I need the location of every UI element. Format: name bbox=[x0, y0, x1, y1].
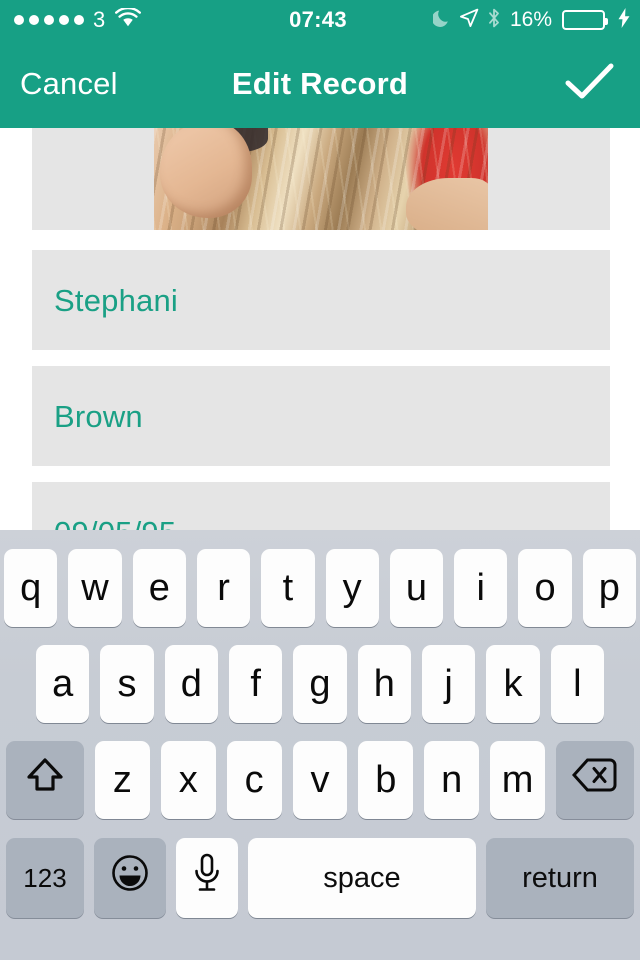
dictation-key[interactable] bbox=[176, 838, 238, 918]
field-date-of-birth[interactable]: 09/05/95 bbox=[32, 482, 610, 530]
record-form[interactable]: Stephani Brown 09/05/95 bbox=[0, 128, 640, 530]
key-y[interactable]: y bbox=[325, 549, 379, 627]
bluetooth-icon bbox=[487, 8, 501, 33]
signal-strength-dots bbox=[14, 15, 84, 25]
key-z[interactable]: z bbox=[95, 741, 150, 819]
key-f[interactable]: f bbox=[229, 645, 283, 723]
field-date-of-birth-value: 09/05/95 bbox=[54, 517, 176, 531]
location-arrow-icon bbox=[459, 8, 479, 33]
battery-percentage: 16% bbox=[509, 8, 552, 31]
wifi-icon bbox=[115, 6, 142, 32]
microphone-icon bbox=[192, 852, 222, 904]
signal-dot bbox=[29, 15, 39, 25]
app-screen: 3 07:43 16% Cancel Edit Record Stephani … bbox=[0, 0, 640, 960]
record-photo[interactable] bbox=[154, 128, 488, 230]
key-w[interactable]: w bbox=[68, 549, 122, 627]
keyboard-row-4: 123 space return bbox=[0, 828, 640, 928]
key-s[interactable]: s bbox=[100, 645, 154, 723]
signal-dot bbox=[44, 15, 54, 25]
key-a[interactable]: a bbox=[36, 645, 90, 723]
key-l[interactable]: l bbox=[550, 645, 604, 723]
lightning-bolt-icon bbox=[618, 7, 630, 33]
backspace-key[interactable] bbox=[556, 741, 634, 819]
status-bar-left: 3 bbox=[14, 6, 293, 33]
shift-key[interactable] bbox=[6, 741, 84, 819]
key-i[interactable]: i bbox=[454, 549, 508, 627]
backspace-icon bbox=[571, 757, 618, 803]
keyboard-row-1: qwertyuiop bbox=[0, 540, 640, 636]
field-last-name[interactable]: Brown bbox=[32, 366, 610, 466]
key-j[interactable]: j bbox=[421, 645, 476, 723]
key-b[interactable]: b bbox=[358, 741, 414, 819]
keyboard-row-3: zxcvbnm bbox=[0, 732, 640, 828]
key-u[interactable]: u bbox=[389, 549, 444, 627]
checkmark-icon bbox=[565, 62, 615, 107]
emoji-key[interactable] bbox=[94, 838, 166, 918]
status-bar-right: 16% bbox=[351, 7, 630, 33]
numbers-key[interactable]: 123 bbox=[6, 838, 84, 918]
key-h[interactable]: h bbox=[357, 645, 411, 723]
record-photo-cell[interactable] bbox=[32, 128, 610, 230]
save-button[interactable] bbox=[562, 56, 618, 112]
key-t[interactable]: t bbox=[261, 549, 315, 627]
carrier-name: 3 bbox=[93, 7, 106, 32]
cancel-button[interactable]: Cancel bbox=[16, 60, 122, 108]
status-bar-clock: 07:43 bbox=[289, 7, 347, 32]
return-key[interactable]: return bbox=[486, 838, 634, 918]
on-screen-keyboard[interactable]: qwertyuiop asdfghjkl zxcvbnm 123 space r… bbox=[0, 530, 640, 960]
shift-arrow-icon bbox=[24, 754, 66, 806]
key-v[interactable]: v bbox=[292, 741, 348, 819]
keyboard-row-2: asdfghjkl bbox=[0, 636, 640, 732]
key-r[interactable]: r bbox=[196, 549, 251, 627]
signal-dot bbox=[59, 15, 69, 25]
key-q[interactable]: q bbox=[4, 549, 58, 627]
key-c[interactable]: c bbox=[226, 741, 282, 819]
moon-icon bbox=[431, 8, 451, 32]
field-first-name-value: Stephani bbox=[54, 282, 178, 318]
status-bar: 3 07:43 16% bbox=[0, 0, 640, 40]
key-o[interactable]: o bbox=[518, 549, 572, 627]
navigation-bar: Cancel Edit Record bbox=[0, 40, 640, 128]
signal-dot bbox=[74, 15, 84, 25]
field-last-name-value: Brown bbox=[54, 398, 143, 434]
key-d[interactable]: d bbox=[164, 645, 218, 723]
key-p[interactable]: p bbox=[582, 549, 636, 627]
field-first-name[interactable]: Stephani bbox=[32, 250, 610, 350]
battery-icon bbox=[562, 10, 608, 30]
space-key[interactable]: space bbox=[248, 838, 476, 918]
smiley-icon bbox=[110, 853, 150, 903]
key-k[interactable]: k bbox=[486, 645, 540, 723]
key-n[interactable]: n bbox=[424, 741, 480, 819]
key-m[interactable]: m bbox=[490, 741, 546, 819]
signal-dot bbox=[14, 15, 24, 25]
key-e[interactable]: e bbox=[132, 549, 186, 627]
key-g[interactable]: g bbox=[293, 645, 347, 723]
key-x[interactable]: x bbox=[160, 741, 216, 819]
